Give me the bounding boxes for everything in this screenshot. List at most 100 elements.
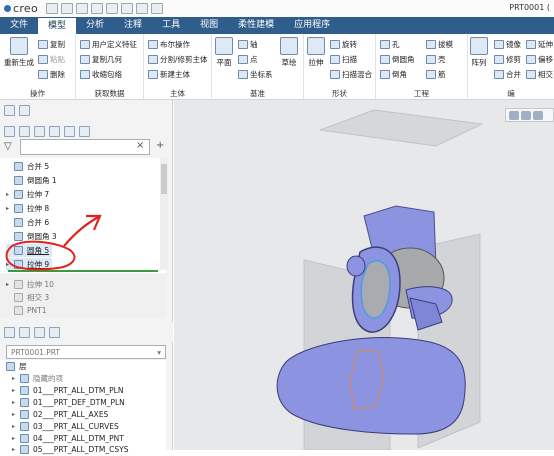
tree-item[interactable]: 相交 3 — [6, 291, 49, 304]
layer-tree-icon[interactable] — [4, 326, 15, 338]
pattern-button[interactable]: 阵列 — [470, 37, 488, 68]
sweep-button[interactable]: 扫描 — [330, 54, 357, 65]
tree-item[interactable]: PNT1 — [6, 304, 47, 317]
app-logo: creo — [4, 2, 38, 15]
layer-settings-icon[interactable] — [19, 326, 30, 338]
filter-tree-icon[interactable] — [64, 125, 75, 137]
copy-button[interactable]: 复制 — [38, 39, 65, 50]
layer-filter-icon[interactable] — [49, 326, 60, 338]
tree-view-icon[interactable] — [4, 125, 15, 137]
new-body-button[interactable]: 新建主体 — [148, 69, 190, 80]
model-tree-tab-icon[interactable] — [4, 104, 15, 116]
plane-icon — [215, 37, 233, 55]
layer-tree: 层 ▸ 隐藏的项 ▸ 01___PRT_ALL_DTM_PLN ▸ 01___PRT_… — [0, 360, 166, 454]
rib-button[interactable]: 筋 — [426, 69, 446, 80]
axis-button[interactable]: 轴 — [238, 39, 258, 50]
model-tree-toolbar — [0, 121, 173, 141]
tab-annotate[interactable]: 注释 — [114, 17, 152, 34]
open-icon[interactable] — [61, 3, 74, 14]
plane-button[interactable]: 平面 — [215, 37, 233, 68]
folder-browser-tab-icon[interactable] — [19, 104, 30, 116]
view-toolbar — [505, 108, 554, 122]
hidden-layer-icon — [20, 374, 29, 383]
save-icon[interactable] — [76, 3, 89, 14]
swept-blend-button[interactable]: 扫描混合 — [330, 69, 372, 80]
group-shapes: 拉伸 旋转 扫描 扫描混合 形状 — [304, 34, 376, 100]
csys-button[interactable]: 坐标系 — [238, 69, 273, 80]
revolve-button[interactable]: 旋转 — [330, 39, 357, 50]
clear-filter-icon[interactable]: × — [136, 140, 144, 151]
boolean-button[interactable]: 布尔操作 — [148, 39, 190, 50]
navigator-tabs — [0, 102, 173, 118]
title-bar: creo PRT0001 ( — [0, 0, 554, 17]
add-filter-icon[interactable]: + — [156, 140, 164, 151]
filter-input[interactable] — [20, 139, 150, 155]
hole-icon — [380, 40, 390, 49]
zoom-in-icon[interactable] — [521, 110, 531, 120]
tree-scrollbar[interactable] — [160, 158, 168, 270]
new-icon[interactable] — [46, 3, 59, 14]
sketch-button[interactable]: 草绘 — [280, 37, 298, 68]
hole-button[interactable]: 孔 — [380, 39, 400, 50]
ribbon-tabs: 文件 模型 分析 注释 工具 视图 柔性建模 应用程序 — [0, 17, 554, 34]
regenerate-button[interactable]: 重新生成 — [4, 37, 34, 68]
tree-filter: ▽ × + — [4, 139, 170, 155]
chamfer-button[interactable]: 倒角 — [380, 69, 407, 80]
redo-icon[interactable] — [106, 3, 119, 14]
split-trim-button[interactable]: 分割/修剪主体 — [148, 54, 208, 65]
undo-icon[interactable] — [91, 3, 104, 14]
extend-icon — [526, 40, 536, 49]
window-icon[interactable] — [136, 3, 149, 14]
layer-part-select[interactable]: PRT0001.PRT ▾ — [6, 345, 166, 359]
copy-geometry-button[interactable]: 复制几何 — [80, 54, 122, 65]
tab-flexible-modeling[interactable]: 柔性建模 — [228, 17, 284, 34]
merge-icon — [494, 70, 504, 79]
round-feature-icon — [14, 176, 23, 185]
draft-button[interactable]: 拔模 — [426, 39, 453, 50]
tab-tools[interactable]: 工具 — [152, 17, 190, 34]
tab-analysis[interactable]: 分析 — [76, 17, 114, 34]
regenerate-icon — [10, 37, 28, 55]
udf-button[interactable]: 用户定义特征 — [80, 39, 137, 50]
tree-item[interactable]: ▸ 拉伸 7 — [6, 188, 49, 201]
group-body: 布尔操作 分割/修剪主体 新建主体 主体 — [144, 34, 212, 100]
tree-item[interactable]: ▸ 拉伸 10 — [6, 278, 54, 291]
paste-button[interactable]: 粘贴 — [38, 54, 65, 65]
tab-model[interactable]: 模型 — [38, 17, 77, 34]
boolean-icon — [148, 40, 158, 49]
tab-applications[interactable]: 应用程序 — [284, 17, 340, 34]
extend-button[interactable]: 延伸 — [526, 39, 553, 50]
trim-icon — [494, 55, 504, 64]
paste-icon — [38, 55, 48, 64]
offset-button[interactable]: 偏移 — [526, 54, 553, 65]
tab-file[interactable]: 文件 — [0, 17, 39, 34]
graphics-window[interactable] — [174, 100, 554, 451]
shrinkwrap-button[interactable]: 收缩包络 — [80, 69, 122, 80]
regenerate-icon[interactable] — [121, 3, 134, 14]
mirror-button[interactable]: 镜像 — [494, 39, 521, 50]
tree-settings-icon[interactable] — [19, 125, 30, 137]
tree-columns-icon[interactable] — [34, 125, 45, 137]
tree-item[interactable]: 合并 5 — [6, 160, 49, 173]
zoom-out-icon[interactable] — [533, 110, 543, 120]
tab-view[interactable]: 视图 — [190, 17, 228, 34]
suppressed-features: ▸ 拉伸 10 相交 3 PNT1 — [0, 274, 166, 318]
merge-button[interactable]: 合并 — [494, 69, 521, 80]
extrude-button[interactable]: 拉伸 — [307, 37, 325, 68]
group-get-data: 用户定义特征 复制几何 收缩包络 获取数据 — [76, 34, 144, 100]
layer-icon — [20, 398, 29, 407]
point-icon — [238, 55, 248, 64]
shell-button[interactable]: 壳 — [426, 54, 446, 65]
show-icon[interactable] — [49, 125, 60, 137]
delete-button[interactable]: 删除 — [38, 69, 65, 80]
tree-item[interactable]: 倒圆角 1 — [6, 174, 57, 187]
red-annotation — [5, 214, 102, 271]
refit-icon[interactable] — [509, 110, 519, 120]
close-window-icon[interactable] — [151, 3, 164, 14]
trim-button[interactable]: 修剪 — [494, 54, 521, 65]
round-button[interactable]: 倒圆角 — [380, 54, 415, 65]
intersect-button[interactable]: 相交 — [526, 69, 553, 80]
layer-show-icon[interactable] — [34, 326, 45, 338]
more-icon[interactable] — [79, 125, 90, 137]
point-button[interactable]: 点 — [238, 54, 258, 65]
